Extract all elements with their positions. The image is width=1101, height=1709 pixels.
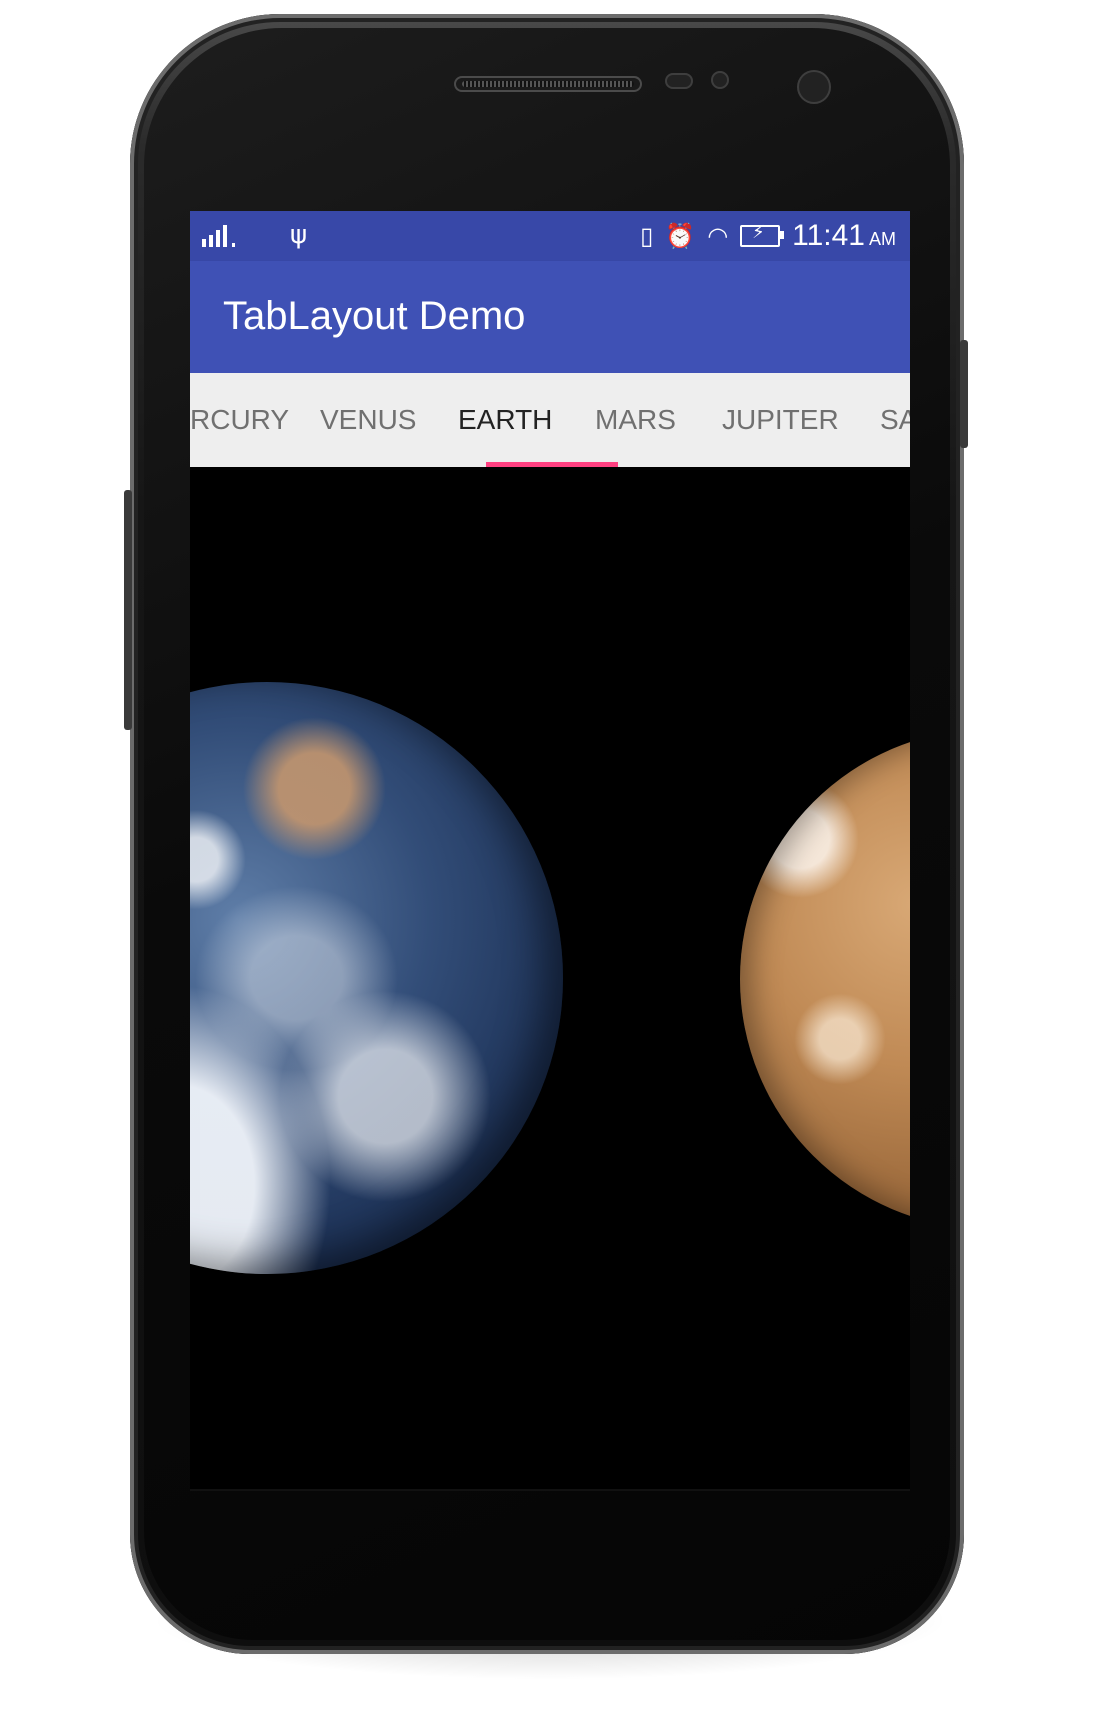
tab-jupiter[interactable]: JUPITER xyxy=(722,373,839,467)
earth-image xyxy=(190,682,563,1274)
battery-charging-icon: ⚡ xyxy=(740,222,785,247)
tab-earth[interactable]: EARTH xyxy=(458,373,552,467)
proximity-sensor xyxy=(665,73,693,89)
screen-bottom-edge xyxy=(190,1489,910,1491)
light-sensor xyxy=(711,71,729,89)
tab-mercury[interactable]: RCURY xyxy=(190,373,289,467)
vibrate-icon: ▯ xyxy=(640,222,654,250)
tab-layout[interactable]: RCURY VENUS EARTH MARS JUPITER SA xyxy=(190,373,910,467)
earpiece-speaker xyxy=(454,76,642,92)
signal-icon xyxy=(202,223,235,247)
wifi-icon: ◠ xyxy=(707,222,729,250)
tab-venus[interactable]: VENUS xyxy=(320,373,416,467)
tab-mars[interactable]: MARS xyxy=(595,373,676,467)
view-pager[interactable] xyxy=(190,467,910,1491)
app-title: TabLayout Demo xyxy=(223,294,526,338)
tab-saturn[interactable]: SA xyxy=(880,373,910,467)
status-time: 11:41 AM xyxy=(792,219,896,252)
screen: ψ ▯ ⏰ ◠ ⚡ 11:41 AM TabLayout Demo RCURY V… xyxy=(190,211,910,1491)
alarm-icon: ⏰ xyxy=(665,222,696,250)
power-button xyxy=(960,340,968,448)
volume-button xyxy=(124,490,132,730)
mars-image xyxy=(740,729,910,1229)
app-bar: TabLayout Demo xyxy=(190,261,910,373)
status-bar: ψ ▯ ⏰ ◠ ⚡ 11:41 AM xyxy=(190,211,910,261)
usb-icon: ψ xyxy=(290,220,308,250)
front-camera xyxy=(797,70,831,104)
